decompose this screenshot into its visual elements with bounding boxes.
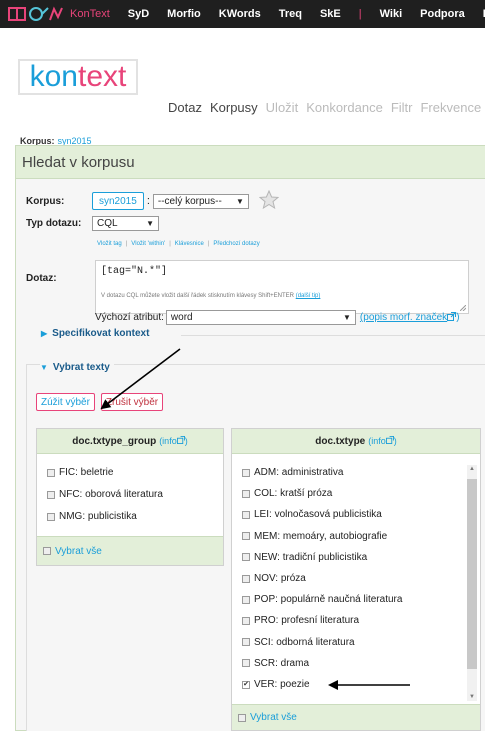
annotation-arrows [100,348,410,690]
annotation-arrow-narrow [100,348,181,410]
